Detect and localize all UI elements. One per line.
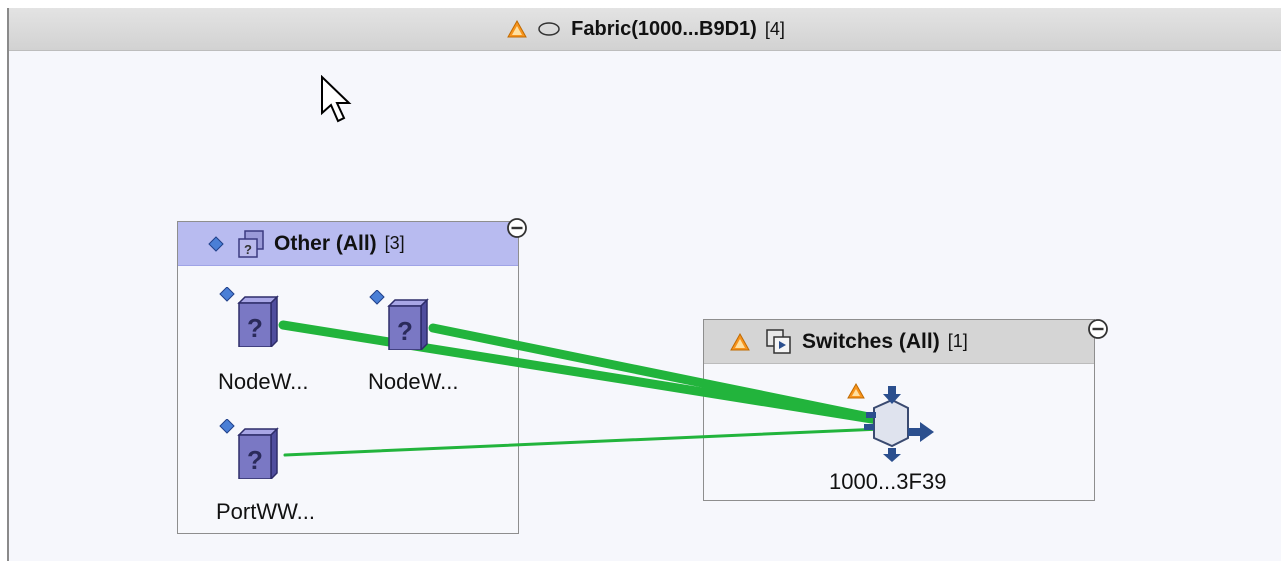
unknown-device-group-icon: ?: [238, 229, 264, 258]
group-switches-title: Switches (All): [802, 329, 940, 353]
mouse-cursor-icon: [321, 75, 352, 123]
collapse-button[interactable]: [506, 217, 528, 239]
node-switch[interactable]: [844, 380, 944, 466]
group-other-header[interactable]: ? Other (All) [3]: [178, 222, 518, 266]
switch-group-icon: [766, 328, 791, 354]
group-other-count: [3]: [384, 233, 405, 253]
group-switches-header[interactable]: Switches (All) [1]: [704, 320, 1094, 364]
node-nodewwn-1[interactable]: ?: [214, 286, 284, 349]
warning-triangle-icon: [730, 332, 750, 350]
unknown-device-icon: ?: [369, 289, 429, 352]
collapse-button[interactable]: [1087, 318, 1109, 340]
fabric-count: [4]: [764, 18, 785, 39]
group-switches-count: [1]: [947, 331, 968, 351]
unknown-device-icon: ?: [219, 418, 279, 481]
diamond-status-icon: [208, 235, 224, 252]
svg-text:?: ?: [397, 316, 413, 346]
node-label: NodeW...: [368, 369, 459, 394]
fabric-ellipse-icon: [538, 22, 560, 36]
switch-icon: [847, 382, 934, 462]
node-label: 1000...3F39: [829, 469, 947, 494]
fabric-title: Fabric(1000...B9D1): [571, 17, 757, 40]
svg-text:?: ?: [244, 242, 252, 257]
svg-text:?: ?: [247, 445, 263, 475]
node-nodewwn-2[interactable]: ?: [364, 289, 434, 352]
node-label: NodeW...: [218, 369, 309, 394]
unknown-device-icon: ?: [219, 286, 279, 349]
group-other-title: Other (All): [274, 231, 377, 255]
node-label: PortWW...: [216, 499, 315, 524]
node-portwwn[interactable]: ?: [214, 418, 284, 481]
warning-triangle-icon: [507, 20, 528, 38]
fabric-header[interactable]: Fabric(1000...B9D1) [4]: [9, 8, 1281, 51]
svg-text:?: ?: [247, 313, 263, 343]
